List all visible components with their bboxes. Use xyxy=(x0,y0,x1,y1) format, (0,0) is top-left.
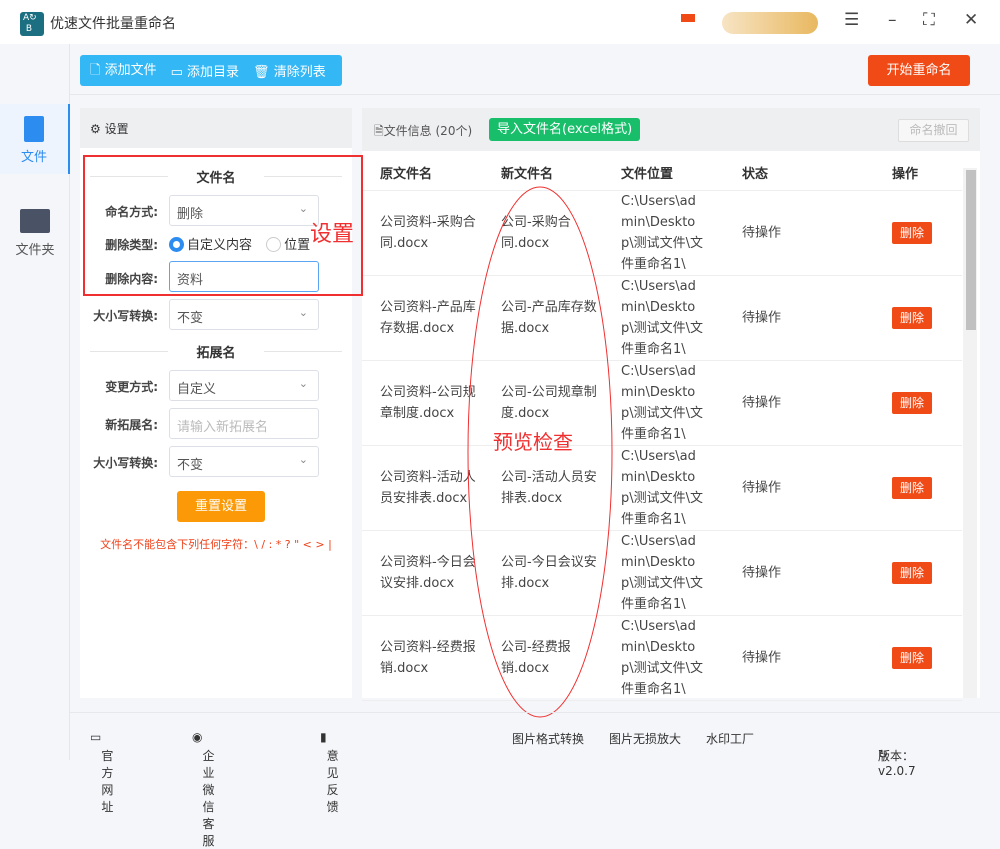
col-action: 操作 xyxy=(892,167,919,182)
close-icon[interactable]: ✕ xyxy=(964,10,978,30)
col-location: 文件位置 xyxy=(621,167,674,182)
sidebar-item-file[interactable]: 文件 xyxy=(0,104,70,174)
file-location: C:\Users\admin\Desktop\测试文件\文件重命名1\ xyxy=(621,534,704,612)
change-select[interactable]: 自定义 ⌄ xyxy=(169,370,319,401)
chevron-down-icon: ⌄ xyxy=(298,306,308,319)
delete-button[interactable]: 删除 xyxy=(892,647,933,669)
change-label: 变更方式: xyxy=(105,380,158,394)
start-rename-button[interactable]: 开始重命名 xyxy=(868,55,970,86)
title-bar: A↻ B 优速文件批量重命名 ☰ – ⛶ ✕ xyxy=(0,0,1000,44)
reset-button[interactable]: 重置设置 xyxy=(177,491,265,522)
status: 待操作 xyxy=(742,310,782,326)
maximize-icon[interactable]: ⛶ xyxy=(923,10,935,30)
case-label: 大小写转换: xyxy=(93,309,158,323)
add-dir-button[interactable]: ▭ 添加目录 xyxy=(171,61,239,80)
file-location: C:\Users\admin\Desktop\测试文件\文件重命名1\ xyxy=(621,364,704,442)
table-row[interactable]: 公司资料-活动人员安排表.docx 公司-活动人员安排表.docx C:\Use… xyxy=(362,446,962,531)
folder-icon xyxy=(20,209,50,233)
file-info-title: 🗎文件信息 (20个) xyxy=(374,124,473,138)
add-file-button[interactable]: 🗋 添加文件 xyxy=(90,59,157,83)
notification-icon[interactable] xyxy=(681,14,695,22)
gear-icon: ⚙ xyxy=(90,122,101,136)
toolbar: 🗋 添加文件 ▭ 添加目录 🗑 清除列表 xyxy=(80,55,342,86)
table-row[interactable]: 公司资料-公司规章制度.docx 公司-公司规章制度.docx C:\Users… xyxy=(362,361,962,446)
col-status: 状态 xyxy=(742,167,769,182)
footer: ▭ 官方网址 ◉ 企业微信客服 ▮ 意见反馈 图片格式转换 图片无损放大 水印工… xyxy=(70,712,1000,848)
ext-case-label: 大小写转换: xyxy=(93,456,158,470)
file-header: 🗎文件信息 (20个) 导入文件名(excel格式) 命名撤回 xyxy=(362,108,980,151)
delete-button[interactable]: 删除 xyxy=(892,562,933,584)
wechat-link[interactable]: ◉ 企业微信客服 xyxy=(192,730,215,848)
chevron-down-icon: ⌄ xyxy=(298,453,308,466)
feedback-link[interactable]: ▮ 意见反馈 xyxy=(320,730,339,814)
ext-section-title: 拓展名 xyxy=(80,342,352,361)
table-row[interactable]: 公司资料-经费报销.docx 公司-经费报销.docx C:\Users\adm… xyxy=(362,616,962,701)
menu-icon[interactable]: ☰ xyxy=(844,10,859,30)
img-convert-link[interactable]: 图片格式转换 xyxy=(512,730,584,747)
undo-rename-button[interactable]: 命名撤回 xyxy=(898,119,969,142)
new-ext-label: 新拓展名: xyxy=(105,418,158,432)
chevron-down-icon: ⌄ xyxy=(298,377,308,390)
status: 待操作 xyxy=(742,650,782,666)
sidebar: 文件 文件夹 xyxy=(0,44,70,760)
status: 待操作 xyxy=(742,480,782,496)
sidebar-item-label: 文件 xyxy=(20,150,47,165)
table-header: 原文件名 新文件名 文件位置 状态 操作 xyxy=(362,151,962,191)
divider xyxy=(70,94,1000,95)
file-location: C:\Users\admin\Desktop\测试文件\文件重命名1\ xyxy=(621,194,704,272)
table-row[interactable]: 公司资料-今日会议安排.docx 公司-今日会议安排.docx C:\Users… xyxy=(362,531,962,616)
delete-button[interactable]: 删除 xyxy=(892,307,933,329)
watermark-link[interactable]: 水印工厂 xyxy=(706,730,754,747)
file-location: C:\Users\admin\Desktop\测试文件\文件重命名1\ xyxy=(621,619,704,697)
sidebar-item-folder[interactable]: 文件夹 xyxy=(0,199,70,269)
ext-case-select[interactable]: 不变 ⌄ xyxy=(169,446,319,477)
app-logo: A↻ B xyxy=(20,12,44,36)
vip-badge[interactable] xyxy=(722,12,818,34)
settings-title: 设置 xyxy=(104,122,129,136)
img-enlarge-link[interactable]: 图片无损放大 xyxy=(609,730,681,747)
status: 待操作 xyxy=(742,395,782,411)
import-excel-button[interactable]: 导入文件名(excel格式) xyxy=(489,118,641,141)
settings-header: ⚙ 设置 xyxy=(80,108,352,148)
delete-button[interactable]: 删除 xyxy=(892,222,933,244)
minimize-icon[interactable]: – xyxy=(888,10,897,30)
warning-text: 文件名不能包含下列任何字符：\ / : * ? " < > | xyxy=(100,538,332,551)
app-title: 优速文件批量重命名 xyxy=(50,16,176,32)
status: 待操作 xyxy=(742,565,782,581)
clear-list-button[interactable]: 🗑 清除列表 xyxy=(253,61,326,80)
file-icon xyxy=(24,116,44,142)
case-select[interactable]: 不变 ⌄ xyxy=(169,299,319,330)
preview-annotation-label: 预览检查 xyxy=(493,430,573,454)
file-panel: 🗎文件信息 (20个) 导入文件名(excel格式) 命名撤回 原文件名 新文件… xyxy=(362,108,980,701)
scrollbar[interactable] xyxy=(963,168,977,698)
file-location: C:\Users\admin\Desktop\测试文件\文件重命名1\ xyxy=(621,279,704,357)
delete-button[interactable]: 删除 xyxy=(892,477,933,499)
settings-annotation-label: 设置 xyxy=(310,222,355,247)
delete-button[interactable]: 删除 xyxy=(892,392,933,414)
sidebar-item-label: 文件夹 xyxy=(15,243,55,258)
status: 待操作 xyxy=(742,225,782,241)
new-ext-input[interactable]: 请输入新拓展名 xyxy=(169,408,319,439)
scrollbar-thumb[interactable] xyxy=(966,170,976,330)
website-link[interactable]: ▭ 官方网址 xyxy=(90,730,113,814)
file-location: C:\Users\admin\Desktop\测试文件\文件重命名1\ xyxy=(621,449,704,527)
table-row[interactable]: 公司资料-产品库存数据.docx 公司-产品库存数据.docx C:\Users… xyxy=(362,276,962,361)
table-row[interactable]: 公司资料-采购合同.docx 公司-采购合同.docx C:\Users\adm… xyxy=(362,191,962,276)
